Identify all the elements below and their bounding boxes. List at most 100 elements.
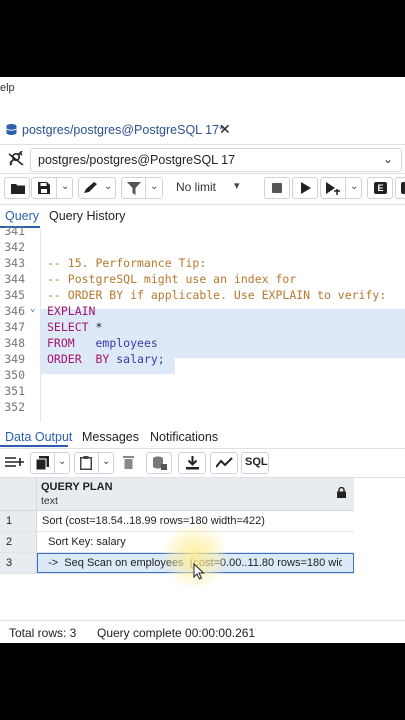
tab-title: postgres/postgres@PostgreSQL 17* — [22, 123, 224, 137]
results-toolbar: ⌄ ⌄ SQL — [0, 449, 405, 478]
pencil-icon — [84, 182, 97, 193]
tab-messages[interactable]: Messages — [82, 430, 139, 444]
grid-header: QUERY PLAN text — [0, 478, 354, 511]
chevron-down-icon: ⌄ — [58, 456, 67, 467]
editor-line: 346 ⌄ EXPLAIN — [4, 304, 96, 318]
explain-icon — [326, 182, 340, 195]
save-file-button[interactable]: ⌄ — [31, 177, 73, 199]
row-number[interactable]: 3 — [0, 553, 37, 573]
menu-bar: elp — [0, 77, 405, 100]
explain-analyze-button[interactable]: E — [367, 177, 393, 199]
sql-comment: -- ORDER BY if applicable. Use EXPLAIN t… — [47, 288, 387, 302]
paste-button[interactable]: ⌄ — [74, 452, 114, 474]
folder-icon — [11, 184, 25, 194]
trash-icon — [123, 456, 134, 469]
editor-line: 342 — [4, 240, 25, 254]
column-name[interactable]: QUERY PLAN — [41, 481, 113, 493]
clipboard-icon — [80, 456, 92, 470]
sql-label: SQL — [245, 456, 268, 468]
editor-line: 344 -- PostgreSQL might use an index for — [4, 272, 297, 286]
chevron-down-icon: ⌄ — [350, 181, 359, 192]
play-icon — [301, 182, 311, 194]
lock-icon — [337, 487, 346, 498]
sql-comment: -- PostgreSQL might use an index for — [47, 272, 297, 286]
row-number[interactable]: 2 — [0, 532, 37, 552]
editor-line: 350 — [4, 368, 25, 382]
sql-operand: * — [88, 320, 103, 334]
download-button[interactable] — [178, 452, 206, 474]
sql-keyword: FROM — [47, 336, 75, 350]
chevron-down-icon: ⌄ — [61, 181, 70, 192]
sql-keyword: SELECT — [47, 320, 89, 334]
edit-button[interactable]: ⌄ — [78, 177, 116, 199]
editor-line: 351 — [4, 384, 25, 398]
caret-down-icon: ▾ — [234, 180, 240, 192]
editor-line: 345 -- ORDER BY if applicable. Use EXPLA… — [4, 288, 387, 302]
editor-tab-bar: postgres/postgres@PostgreSQL 17* ✕ — [0, 117, 405, 145]
connection-select[interactable]: postgres/postgres@PostgreSQL 17 ⌄ — [30, 148, 402, 172]
chevron-down-icon: ⌄ — [102, 456, 111, 467]
row-header-corner[interactable] — [0, 478, 37, 510]
stop-icon — [272, 183, 282, 193]
editor-line: 341 — [4, 224, 25, 238]
total-rows: Total rows: 3 — [9, 626, 77, 640]
editor-line: 352 — [4, 400, 25, 414]
sql-identifier: salary; — [109, 352, 165, 366]
editor-line: 349 ORDER BY salary; — [4, 352, 165, 366]
add-row-button[interactable] — [2, 452, 28, 474]
connection-value: postgres/postgres@PostgreSQL 17 — [38, 153, 236, 167]
result-tabs: Data Output Messages Notifications — [0, 426, 405, 449]
mouse-pointer-icon — [193, 563, 205, 580]
row-limit-value: No limit — [176, 180, 217, 194]
sql-button[interactable]: SQL — [241, 452, 269, 474]
explain-button[interactable]: ⌄ — [320, 177, 362, 199]
query-status: Query complete 00:00:00.261 — [97, 626, 256, 640]
sql-comment: -- 15. Performance Tip: — [47, 256, 207, 270]
row-limit-select[interactable]: No limit ▾ — [168, 177, 256, 199]
query-tool-tab[interactable]: postgres/postgres@PostgreSQL 17* ✕ — [0, 117, 240, 144]
database-save-icon — [153, 456, 167, 470]
pgadmin-query-tool: elp postgres/postgres@PostgreSQL 17* ✕ p… — [0, 77, 405, 643]
menu-item-help[interactable]: elp — [0, 82, 15, 94]
filter-button[interactable]: ⌄ — [121, 177, 163, 199]
connection-bar: postgres/postgres@PostgreSQL 17 ⌄ — [0, 145, 405, 174]
row-number[interactable]: 1 — [0, 511, 37, 531]
chevron-down-icon: ⌄ — [382, 152, 393, 166]
close-tab-icon[interactable]: ✕ — [219, 121, 231, 138]
editor-line: 347 SELECT * — [4, 320, 103, 334]
stop-button[interactable] — [264, 177, 290, 199]
open-file-button[interactable] — [4, 177, 30, 199]
copy-button[interactable]: ⌄ — [30, 452, 70, 474]
connection-status-icon[interactable] — [6, 151, 26, 167]
graph-visualiser-button[interactable] — [210, 452, 238, 474]
fold-chevron-icon[interactable]: ⌄ — [30, 304, 35, 314]
tab-notifications[interactable]: Notifications — [150, 430, 218, 444]
tab-query-history[interactable]: Query History — [49, 209, 125, 223]
editor-line: 343 -- 15. Performance Tip: — [4, 256, 207, 270]
save-icon — [38, 182, 50, 194]
tab-query[interactable]: Query — [5, 209, 39, 223]
active-tab-indicator — [0, 445, 68, 447]
commit-button[interactable] — [395, 177, 405, 199]
line-chart-icon — [216, 457, 233, 468]
copy-icon — [36, 456, 49, 470]
status-bar: Total rows: 3 Query complete 00:00:00.26… — [0, 620, 405, 643]
column-type: text — [41, 495, 58, 507]
sql-identifier: employees — [74, 336, 158, 350]
commit-icon — [401, 182, 405, 194]
database-icon — [6, 124, 17, 135]
chevron-down-icon: ⌄ — [150, 181, 159, 192]
sql-editor[interactable]: 341 342 343 -- 15. Performance Tip: 344 … — [0, 224, 405, 422]
save-data-button[interactable] — [146, 452, 172, 474]
explain-analyze-icon: E — [374, 182, 387, 194]
chevron-down-icon: ⌄ — [104, 181, 113, 192]
execute-button[interactable] — [292, 177, 318, 199]
tab-data-output[interactable]: Data Output — [5, 430, 72, 444]
download-icon — [186, 456, 199, 470]
sql-keyword: ORDER BY — [47, 352, 110, 366]
filter-icon — [127, 182, 141, 195]
delete-button[interactable] — [117, 452, 141, 474]
editor-line: 348 FROM employees — [4, 336, 158, 350]
query-toolbar: ⌄ ⌄ ⌄ No limit ▾ ⌄ E — [0, 174, 405, 205]
sql-keyword: EXPLAIN — [47, 304, 96, 318]
